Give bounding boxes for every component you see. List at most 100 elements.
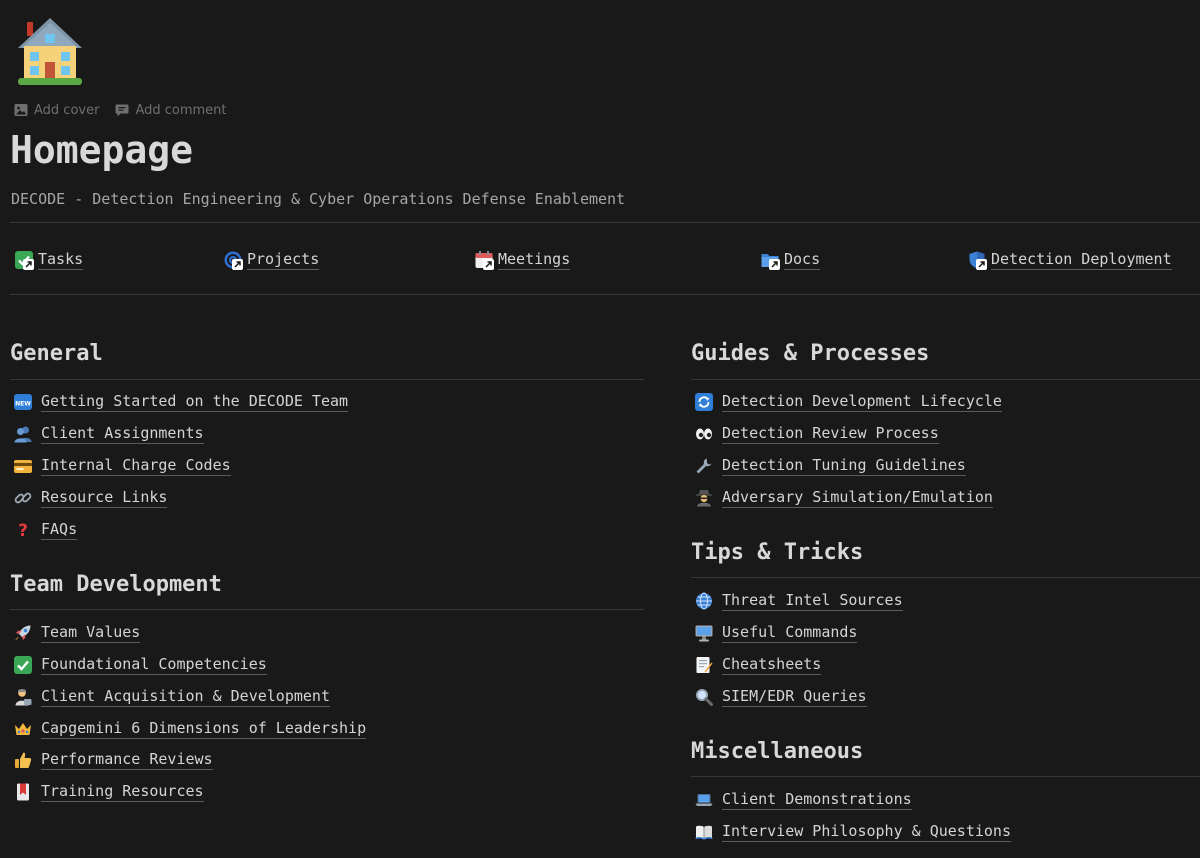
check-mark-icon <box>13 655 33 675</box>
spy-icon <box>694 488 714 508</box>
image-icon <box>14 104 28 116</box>
list-item-label: Client Acquisition & Development <box>41 687 330 707</box>
cycle-arrows-icon <box>694 392 714 412</box>
link-detection-tuning-guidelines[interactable]: Detection Tuning Guidelines <box>694 455 966 477</box>
quick-link-tasks[interactable]: Tasks <box>14 248 84 272</box>
list-item-label: Interview Philosophy & Questions <box>722 822 1011 842</box>
add-cover-button[interactable]: Add cover <box>14 103 99 118</box>
link-detection-development-lifecycle[interactable]: Detection Development Lifecycle <box>694 391 1002 413</box>
list-item-label: Performance Reviews <box>41 750 213 770</box>
globe-icon <box>694 591 714 611</box>
link-cheatsheets[interactable]: Cheatsheets <box>694 654 822 676</box>
list-item-label: Foundational Competencies <box>41 655 267 675</box>
divider <box>691 776 1200 777</box>
page-controls: Add cover Add comment <box>14 100 227 120</box>
link-faqs[interactable]: ? FAQs <box>13 519 78 541</box>
list-item-label: Useful Commands <box>722 623 858 643</box>
svg-text:?: ? <box>18 521 28 539</box>
new-badge-icon: NEW <box>13 392 33 412</box>
credit-card-icon <box>13 456 33 476</box>
section-heading-guides: Guides & Processes <box>691 341 930 366</box>
list-item-label: Team Values <box>41 623 141 643</box>
divider <box>10 609 644 610</box>
list-item-label: Getting Started on the DECODE Team <box>41 392 349 412</box>
list-item-label: Resource Links <box>41 488 168 508</box>
quick-link-label: Projects <box>247 250 320 270</box>
link-threat-intel-sources[interactable]: Threat Intel Sources <box>694 590 903 612</box>
comment-icon <box>115 104 129 117</box>
section-heading-general: General <box>10 341 103 366</box>
link-detection-review-process[interactable]: Detection Review Process <box>694 423 939 445</box>
target-icon <box>223 249 245 271</box>
add-comment-button[interactable]: Add comment <box>115 102 227 118</box>
divider <box>10 294 1200 295</box>
section-heading-tips: Tips & Tricks <box>691 540 864 565</box>
link-foundational-competencies[interactable]: Foundational Competencies <box>13 654 267 676</box>
rocket-icon <box>13 623 33 643</box>
people-icon <box>13 424 33 444</box>
list-item-label: Detection Review Process <box>722 424 939 444</box>
quick-link-meetings[interactable]: Meetings <box>474 248 571 272</box>
memo-icon <box>694 655 714 675</box>
list-item-label: Adversary Simulation/Emulation <box>722 488 993 508</box>
list-item-label: SIEM/EDR Queries <box>722 687 867 707</box>
page-title[interactable]: Homepage <box>10 124 193 176</box>
divider <box>10 222 1200 223</box>
divider <box>10 379 644 380</box>
link-adversary-simulation[interactable]: Adversary Simulation/Emulation <box>694 487 993 509</box>
list-item-label: Cheatsheets <box>722 655 822 675</box>
quick-link-label: Meetings <box>498 250 571 270</box>
link-client-assignments[interactable]: Client Assignments <box>13 423 204 445</box>
page-subtitle: DECODE - Detection Engineering & Cyber O… <box>11 190 626 208</box>
quick-link-projects[interactable]: Projects <box>223 248 320 272</box>
link-client-demonstrations[interactable]: Client Demonstrations <box>694 789 912 811</box>
list-item-label: Client Demonstrations <box>722 790 912 810</box>
crown-icon <box>13 719 33 739</box>
list-item-label: Client Assignments <box>41 424 204 444</box>
bookmark-icon <box>13 782 33 802</box>
quick-link-detection-deployment[interactable]: Detection Deployment <box>967 248 1172 272</box>
link-interview-philosophy[interactable]: Interview Philosophy & Questions <box>694 821 1011 843</box>
office-worker-icon <box>13 687 33 707</box>
add-cover-label: Add cover <box>34 102 100 118</box>
wrench-icon <box>694 456 714 476</box>
section-heading-team-development: Team Development <box>10 572 222 597</box>
house-icon[interactable] <box>14 12 86 88</box>
calendar-icon <box>474 249 496 271</box>
link-icon <box>13 488 33 508</box>
svg-text:NEW: NEW <box>15 401 31 408</box>
add-comment-label: Add comment <box>135 102 227 118</box>
link-training-resources[interactable]: Training Resources <box>13 781 204 803</box>
magnifier-icon <box>694 687 714 707</box>
link-team-values[interactable]: Team Values <box>13 622 141 644</box>
link-performance-reviews[interactable]: Performance Reviews <box>13 749 213 771</box>
list-item-label: FAQs <box>41 520 78 540</box>
link-internal-charge-codes[interactable]: Internal Charge Codes <box>13 455 231 477</box>
eyes-icon <box>694 424 714 444</box>
section-heading-misc: Miscellaneous <box>691 739 864 764</box>
folder-icon <box>760 249 782 271</box>
list-item-label: Detection Tuning Guidelines <box>722 456 966 476</box>
desktop-icon <box>694 623 714 643</box>
quick-link-label: Docs <box>784 250 821 270</box>
divider <box>691 577 1200 578</box>
link-siem-edr-queries[interactable]: SIEM/EDR Queries <box>694 686 867 708</box>
list-item-label: Threat Intel Sources <box>722 591 903 611</box>
list-item-label: Detection Development Lifecycle <box>722 392 1002 412</box>
quick-link-label: Detection Deployment <box>991 250 1172 270</box>
question-mark-icon: ? <box>13 520 33 540</box>
list-item-label: Training Resources <box>41 782 204 802</box>
quick-link-docs[interactable]: Docs <box>760 248 821 272</box>
thumbs-up-icon <box>13 750 33 770</box>
link-client-acquisition[interactable]: Client Acquisition & Development <box>13 686 330 708</box>
link-useful-commands[interactable]: Useful Commands <box>694 622 858 644</box>
list-item-label: Internal Charge Codes <box>41 456 231 476</box>
laptop-icon <box>694 790 714 810</box>
link-getting-started[interactable]: NEW Getting Started on the DECODE Team <box>13 391 349 413</box>
check-box-icon <box>14 249 36 271</box>
link-capgemini-leadership[interactable]: Capgemini 6 Dimensions of Leadership <box>13 718 367 740</box>
divider <box>691 379 1200 380</box>
list-item-label: Capgemini 6 Dimensions of Leadership <box>41 719 367 739</box>
shield-icon <box>967 249 989 271</box>
link-resource-links[interactable]: Resource Links <box>13 487 168 509</box>
